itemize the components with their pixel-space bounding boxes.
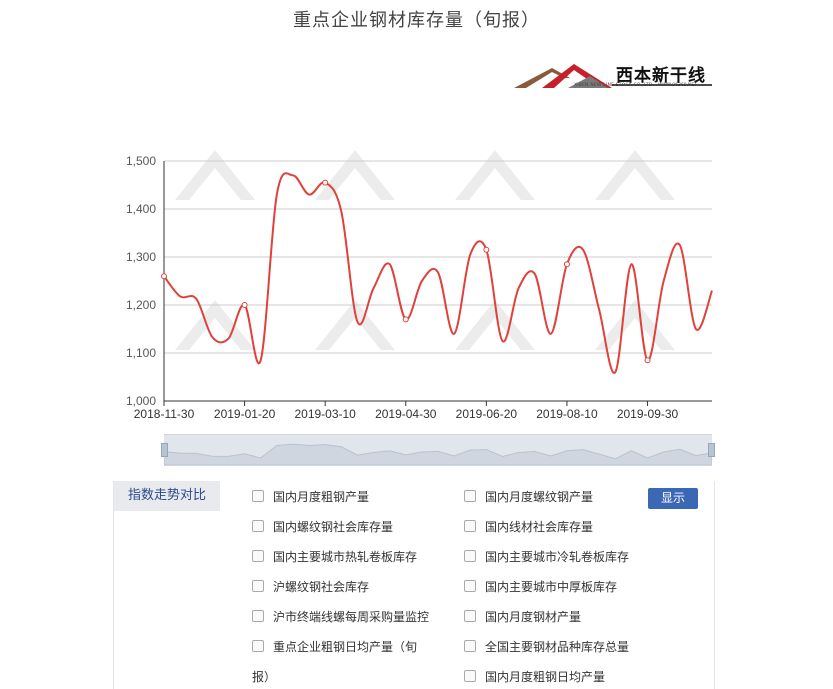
option-label: 沪市终端线螺每周采购量监控: [273, 610, 430, 624]
x-tick-label: 2019-08-10: [536, 407, 598, 421]
option-item[interactable]: 国内月度粗钢日均产量: [464, 669, 605, 685]
data-point: [322, 179, 329, 186]
show-button[interactable]: 显示: [648, 488, 698, 509]
option-label: 国内主要城市中厚板库存: [485, 580, 618, 594]
checkbox[interactable]: [252, 550, 264, 562]
chart-title: 重点企业钢材库存量（旬报）: [293, 10, 540, 31]
option-item[interactable]: 国内月度螺纹钢产量: [464, 489, 593, 505]
logo-subtitle: XIBEN NEW LINE STOCK CO.,LTD.: [574, 83, 655, 88]
option-label: 重点企业粗钢日均产量（旬: [273, 640, 418, 654]
y-axis: 1,000 1,100 1,200 1,300 1,400 1,500: [126, 154, 165, 408]
zoom-preview-area: [164, 443, 712, 465]
option-item[interactable]: 国内线材社会库存量: [464, 519, 593, 535]
option-item[interactable]: 国内主要城市冷轧卷板库存: [464, 549, 629, 565]
y-tick-label: 1,500: [126, 154, 156, 168]
y-tick-label: 1,100: [126, 346, 156, 360]
x-tick-label: 2019-03-10: [294, 407, 356, 421]
option-label: 国内月度钢材产量: [485, 610, 582, 624]
option-item[interactable]: 沪市终端线螺每周采购量监控: [252, 609, 429, 625]
option-label: 国内月度粗钢日均产量: [485, 670, 606, 684]
option-item[interactable]: 重点企业粗钢日均产量（旬: [252, 639, 417, 655]
checkbox[interactable]: [464, 610, 476, 622]
zoom-preview: [164, 443, 712, 465]
option-label: 国内主要城市冷轧卷板库存: [485, 550, 630, 564]
option-label: 国内螺纹钢社会库存量: [273, 520, 394, 534]
option-label: 国内月度螺纹钢产量: [485, 490, 594, 504]
checkbox[interactable]: [252, 490, 264, 502]
x-axis: 2018-11-30 2019-01-20 2019-03-10 2019-04-30…: [134, 400, 712, 421]
y-tick-label: 1,300: [126, 250, 156, 264]
checkbox[interactable]: [252, 520, 264, 532]
data-point: [644, 357, 651, 364]
watermark-mark: [455, 150, 535, 200]
option-item[interactable]: 国内主要城市热轧卷板库存: [252, 549, 417, 565]
checkbox[interactable]: [252, 640, 264, 652]
option-item[interactable]: 全国主要钢材品种库存总量: [464, 639, 629, 655]
x-tick-label: 2019-06-20: [456, 407, 518, 421]
data-point: [402, 316, 409, 323]
watermark-mark: [315, 150, 395, 200]
panel-header: 指数走势对比: [114, 481, 220, 511]
watermark-mark: [175, 150, 255, 200]
checkbox[interactable]: [464, 550, 476, 562]
option-label-wrap: 报）: [252, 670, 277, 684]
option-label: 国内月度粗钢产量: [273, 490, 370, 504]
x-tick-label: 2019-04-30: [375, 407, 437, 421]
watermark-layer: [175, 150, 675, 350]
option-label: 沪螺纹钢社会库存: [273, 580, 370, 594]
checkbox[interactable]: [464, 520, 476, 532]
logo-url: WWW.96369.NET: [658, 83, 697, 88]
x-tick-label: 2019-09-30: [617, 407, 679, 421]
checkbox[interactable]: [464, 580, 476, 592]
zoom-handle-left[interactable]: [161, 443, 168, 457]
y-tick-label: 1,000: [126, 394, 156, 408]
data-point: [241, 302, 248, 308]
option-item[interactable]: 国内月度钢材产量: [464, 609, 581, 625]
data-point: [483, 246, 490, 253]
checkbox[interactable]: [252, 610, 264, 622]
option-label: 国内线材社会库存量: [485, 520, 594, 534]
option-item[interactable]: 国内螺纹钢社会库存量: [252, 519, 393, 535]
y-tick-label: 1,400: [126, 202, 156, 216]
zoom-handle-right[interactable]: [708, 443, 715, 457]
zoom-slider[interactable]: [161, 434, 715, 466]
y-tick-label: 1,200: [126, 298, 156, 312]
option-item[interactable]: 国内主要城市中厚板库存: [464, 579, 617, 595]
option-label: 国内主要城市热轧卷板库存: [273, 550, 418, 564]
checkbox[interactable]: [464, 490, 476, 502]
watermark-mark: [595, 300, 675, 350]
x-tick-label: 2019-01-20: [214, 407, 276, 421]
comparison-panel: 指数走势对比 显示 国内月度粗钢产量 国内月度螺纹钢产量 国内螺纹钢社会库存量 …: [113, 481, 715, 689]
data-point: [161, 273, 167, 280]
checkbox[interactable]: [464, 640, 476, 652]
option-item[interactable]: 沪螺纹钢社会库存: [252, 579, 369, 595]
option-label: 全国主要钢材品种库存总量: [485, 640, 630, 654]
option-item[interactable]: 国内月度粗钢产量: [252, 489, 369, 505]
watermark-mark: [595, 150, 675, 200]
xiben-logo: 西本新干线 XIBEN NEW LINE STOCK CO.,LTD. WWW.…: [512, 60, 717, 94]
line-chart: 1,000 1,100 1,200 1,300 1,400 1,500 2018-11-3…: [126, 150, 713, 421]
checkbox[interactable]: [464, 670, 476, 682]
data-point: [563, 261, 570, 268]
x-tick-label: 2018-11-30: [134, 407, 195, 421]
checkbox[interactable]: [252, 580, 264, 592]
